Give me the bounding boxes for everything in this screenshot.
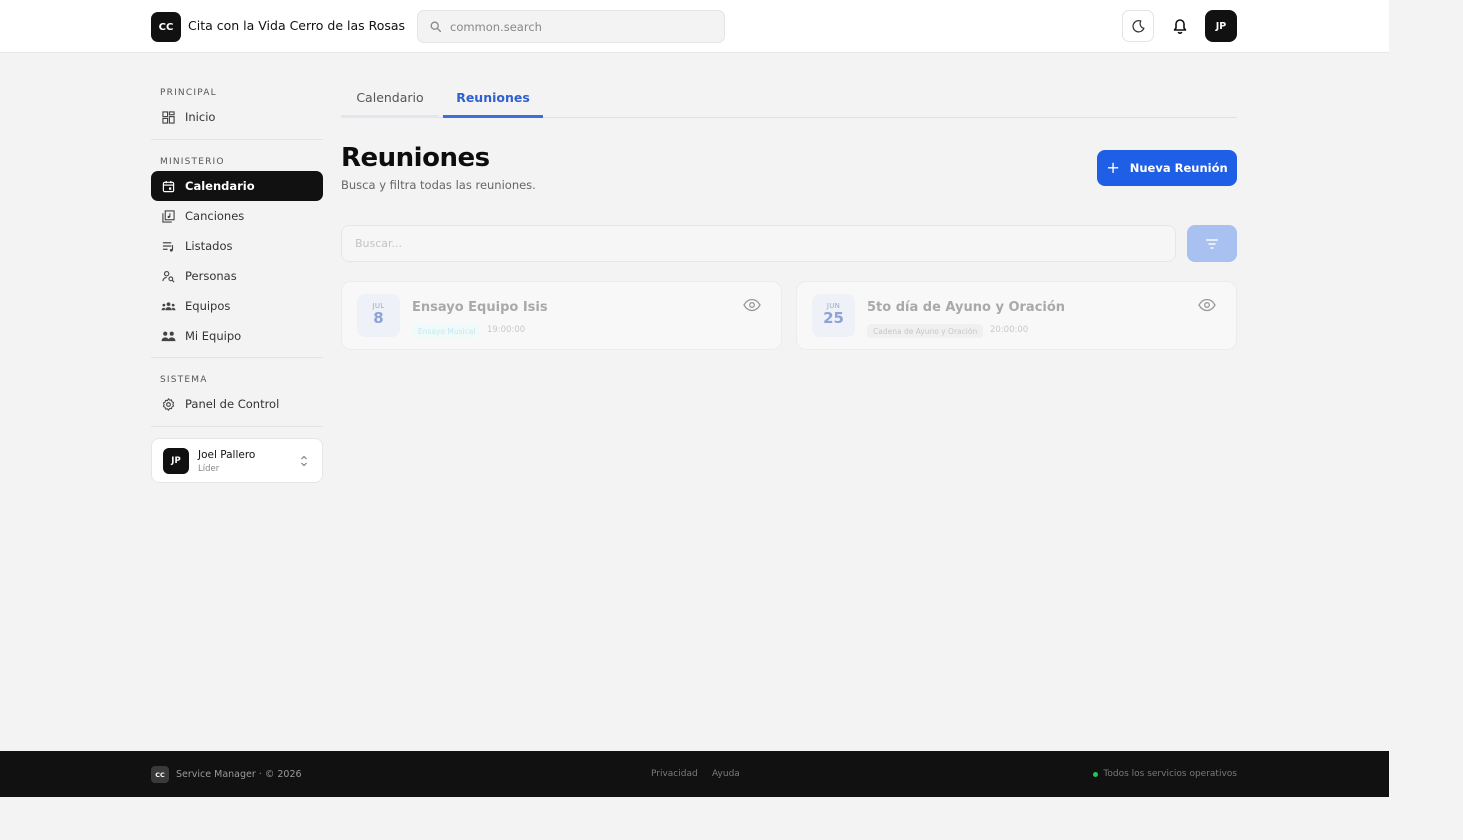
sidebar-divider xyxy=(151,426,323,427)
calendar-icon xyxy=(160,178,176,194)
footer-link-ayuda[interactable]: Ayuda xyxy=(712,769,740,779)
sidebar-item-canciones[interactable]: Canciones xyxy=(151,201,323,231)
status-dot-icon xyxy=(1093,771,1099,777)
user-name: Joel Pallero xyxy=(198,449,256,461)
groups-icon xyxy=(160,298,176,314)
meeting-title: Ensayo Equipo Isis xyxy=(412,300,548,315)
meeting-date: JUL 8 xyxy=(357,294,400,337)
sidebar-item-label: Equipos xyxy=(185,299,231,313)
meeting-time: 19:00:00 xyxy=(487,325,526,335)
user-role: Líder xyxy=(198,464,220,474)
footer-link-privacidad[interactable]: Privacidad xyxy=(651,769,698,779)
org-name[interactable]: Cita con la Vida Cerro de las Rosas xyxy=(188,18,405,33)
meeting-day: 8 xyxy=(373,309,384,327)
footer-copyright: Service Manager · © 2026 xyxy=(176,769,302,780)
filter-button[interactable] xyxy=(1187,225,1237,262)
brand-logo[interactable]: CC xyxy=(151,12,181,42)
meeting-card[interactable]: JUL 8 Ensayo Equipo Isis Ensayo Musical … xyxy=(341,281,782,350)
service-status-text: Todos los servicios operativos xyxy=(1103,769,1237,779)
playlist-icon xyxy=(160,238,176,254)
sidebar-item-label: Canciones xyxy=(185,209,245,223)
music-library-icon xyxy=(160,208,176,224)
sidebar-divider xyxy=(151,357,323,358)
section-label-principal: PRINCIPAL xyxy=(160,88,217,98)
tab-calendario[interactable]: Calendario xyxy=(341,80,439,118)
view-tabs: Calendario Reuniones xyxy=(341,80,1237,118)
section-label-sistema: SISTEMA xyxy=(160,375,208,385)
search-icon xyxy=(430,21,442,33)
bell-icon xyxy=(1173,18,1187,34)
meeting-type-badge: Ensayo Musical xyxy=(412,324,482,338)
service-status: Todos los servicios operativos xyxy=(1093,769,1237,779)
global-search-input[interactable] xyxy=(450,17,710,37)
global-search[interactable] xyxy=(417,10,725,43)
user-avatar[interactable]: JP xyxy=(1205,10,1237,42)
new-meeting-label: Nueva Reunión xyxy=(1129,161,1228,175)
sidebar-item-mi-equipo[interactable]: Mi Equipo xyxy=(151,321,323,351)
eye-icon[interactable] xyxy=(743,298,761,312)
moon-icon xyxy=(1131,19,1145,32)
sidebar-item-label: Panel de Control xyxy=(185,397,280,411)
sidebar-item-label: Mi Equipo xyxy=(185,329,242,343)
tab-reuniones[interactable]: Reuniones xyxy=(443,80,543,118)
user-menu-card[interactable]: JP Joel Pallero Líder xyxy=(151,438,323,483)
meeting-title: 5to día de Ayuno y Oración xyxy=(867,300,1066,315)
notifications-button[interactable] xyxy=(1164,10,1196,42)
sidebar-item-label: Listados xyxy=(185,239,233,253)
sidebar-item-panel-de-control[interactable]: Panel de Control xyxy=(151,389,323,419)
sidebar-item-label: Personas xyxy=(185,269,237,283)
sidebar-item-listados[interactable]: Listados xyxy=(151,231,323,261)
sidebar-item-calendario[interactable]: Calendario xyxy=(151,171,323,201)
meetings-search-input[interactable] xyxy=(341,225,1176,262)
settings-icon xyxy=(160,396,176,412)
meeting-type-badge: Cadena de Ayuno y Oración xyxy=(867,324,984,338)
person-search-icon xyxy=(160,268,176,284)
meeting-date: JUN 25 xyxy=(812,294,855,337)
meeting-time: 20:00:00 xyxy=(990,325,1029,335)
eye-icon[interactable] xyxy=(1198,298,1216,312)
footer-logo: CC xyxy=(151,766,169,783)
sidebar-divider xyxy=(151,139,323,140)
sidebar-item-label: Inicio xyxy=(185,110,216,124)
filter-icon xyxy=(1206,238,1218,249)
page-title: Reuniones xyxy=(341,143,490,173)
chevron-updown-icon xyxy=(301,455,307,467)
new-meeting-button[interactable]: + Nueva Reunión xyxy=(1097,150,1237,186)
meeting-card[interactable]: JUN 25 5to día de Ayuno y Oración Cadena… xyxy=(796,281,1237,350)
page-subtitle: Busca y filtra todas las reuniones. xyxy=(341,178,536,192)
sidebar-item-equipos[interactable]: Equipos xyxy=(151,291,323,321)
sidebar-item-inicio[interactable]: Inicio xyxy=(151,102,323,132)
theme-toggle-button[interactable] xyxy=(1122,10,1154,42)
footer: CC Service Manager · © 2026 Privacidad A… xyxy=(0,751,1389,797)
sidebar-item-label: Calendario xyxy=(185,179,255,193)
dashboard-icon xyxy=(160,109,176,125)
sidebar-item-personas[interactable]: Personas xyxy=(151,261,323,291)
meeting-day: 25 xyxy=(823,309,844,327)
avatar: JP xyxy=(163,448,189,474)
plus-icon: + xyxy=(1106,158,1120,177)
my-team-icon xyxy=(160,328,176,344)
section-label-ministerio: MINISTERIO xyxy=(160,157,225,167)
top-header: CC Cita con la Vida Cerro de las Rosas J… xyxy=(0,0,1389,53)
